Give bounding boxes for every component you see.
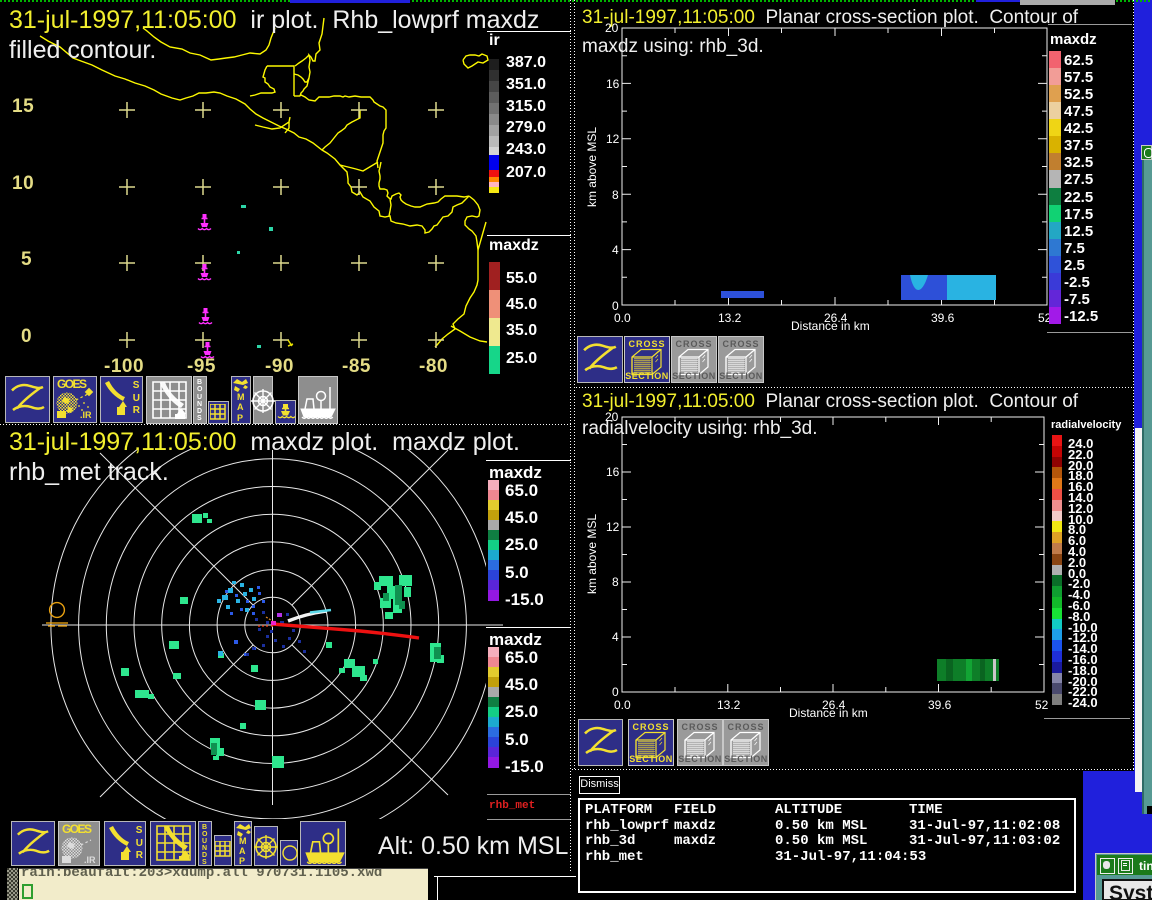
svg-text:GOES: GOES [62,822,92,836]
svg-text:.IR: .IR [84,855,96,865]
